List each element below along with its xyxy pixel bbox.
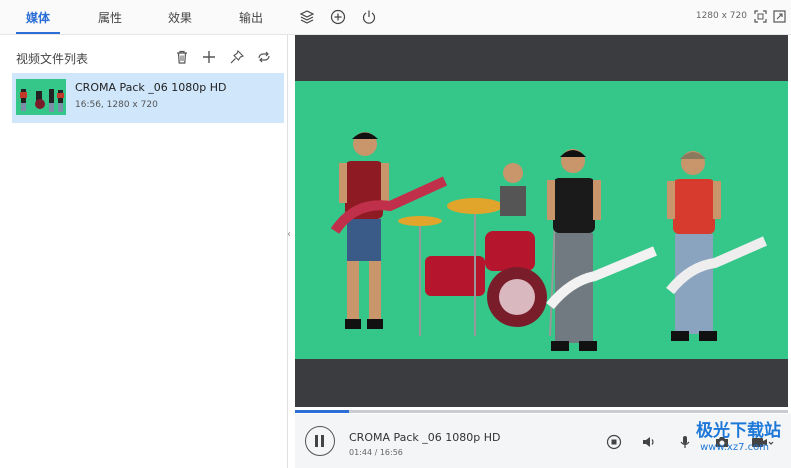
stop-icon[interactable] [606,434,622,450]
item-title: CROMA Pack _06 1080p HD [75,81,227,94]
tab-effects[interactable]: 效果 [152,0,208,34]
video-file-list-title: 视频文件列表 [16,52,89,66]
top-toolbar: 媒体 属性 效果 输出 1280 x 720 [0,0,791,35]
volume-icon[interactable] [641,434,657,450]
playback-progress-bar[interactable] [295,410,788,413]
tab-output[interactable]: 输出 [223,0,279,34]
playback-progress-fill [295,410,350,413]
pause-button[interactable] [305,426,335,456]
layers-icon[interactable] [299,9,315,25]
loop-icon[interactable] [256,49,272,65]
player-controls: CROMA Pack _06 1080p HD 01:44 / 16:56 极光… [295,414,791,468]
fullscreen-icon[interactable] [773,10,786,23]
now-playing-title: CROMA Pack _06 1080p HD [349,431,501,444]
video-file-panel: 视频文件列表 CROMA Pack _06 1080p HD 16:56, 12… [0,35,288,468]
add-circle-icon[interactable] [330,9,346,25]
resolution-label: 1280 x 720 [695,11,747,21]
power-icon[interactable] [361,9,377,25]
pin-icon[interactable] [229,49,245,65]
video-thumbnail [16,79,66,115]
tab-properties[interactable]: 属性 [82,0,138,34]
item-meta: 16:56, 1280 x 720 [75,100,158,110]
mic-icon[interactable] [677,434,693,450]
video-frame-image [295,81,788,359]
watermark-url: www.xz7.com [700,442,769,453]
list-item[interactable]: CROMA Pack _06 1080p HD 16:56, 1280 x 72… [12,73,284,123]
tab-media[interactable]: 媒体 [10,0,66,34]
playback-time: 01:44 / 16:56 [349,448,403,457]
collapse-panel-handle[interactable]: ‹ [287,229,291,240]
video-preview [295,35,788,407]
fit-screen-icon[interactable] [754,10,767,23]
watermark-logo: 极光下载站 [696,421,781,441]
video-frame [295,81,788,359]
plus-icon[interactable] [201,49,217,65]
trash-icon[interactable] [174,49,190,65]
